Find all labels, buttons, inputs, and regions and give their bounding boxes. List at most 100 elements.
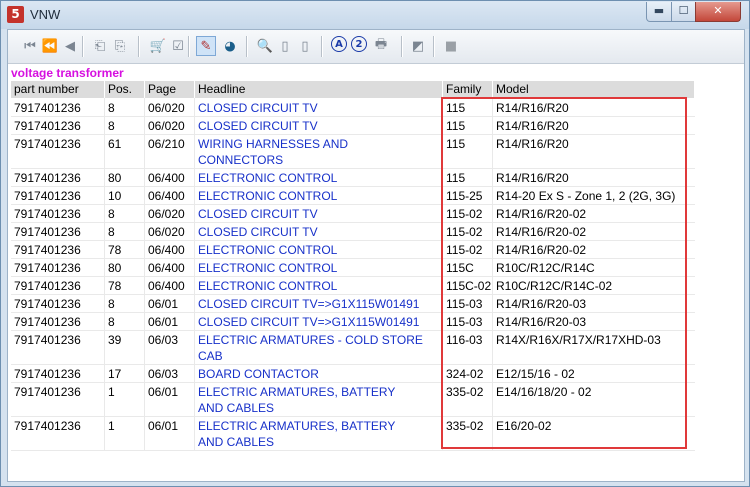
headline-link[interactable]: ELECTRONIC CONTROL — [195, 278, 443, 294]
page-copy-icon[interactable]: ▯ — [295, 36, 315, 56]
part-number-cell: 7917401236 — [14, 297, 81, 311]
minimize-button[interactable]: ▬ — [646, 2, 672, 22]
rewind-icon[interactable]: ⏪ — [40, 36, 60, 56]
position-cell: 80 — [108, 171, 122, 185]
column-header-family[interactable]: Family — [443, 81, 493, 98]
position-cell: 39 — [108, 333, 122, 347]
headline-line[interactable]: ELECTRONIC CONTROL — [198, 242, 443, 258]
column-divider — [144, 98, 145, 451]
page-cell: 06/01 — [148, 315, 179, 329]
page-cell: 06/020 — [148, 207, 185, 221]
stop-icon[interactable]: ■ — [441, 36, 461, 56]
toolbar-separator — [188, 36, 190, 57]
part-number-cell: 7917401236 — [14, 225, 81, 239]
main-window: 5 VNW ▬ ☐ ✕ ⏮ ⏪ ◀ ⎗ ⎘ 🛒 ☑ ✎ ◕ 🔍 ▯ ▯ A 2 🖶 ◩ ■ voltage tr… — [0, 0, 750, 487]
page-cell: 06/01 — [148, 419, 179, 433]
page-cell: 06/01 — [148, 385, 179, 399]
part-number-cell: 7917401236 — [14, 419, 81, 433]
previous-icon[interactable]: ◀ — [60, 36, 80, 56]
toolbar: ⏮ ⏪ ◀ ⎗ ⎘ 🛒 ☑ ✎ ◕ 🔍 ▯ ▯ A 2 🖶 ◩ ■ — [8, 30, 744, 64]
headline-line[interactable]: ELECTRONIC CONTROL — [198, 260, 443, 276]
headline-link[interactable]: ELECTRIC ARMATURES, BATTERY AND CABLES — [195, 418, 443, 450]
headline-line[interactable]: CLOSED CIRCUIT TV=>G1X115W01491 — [198, 314, 443, 330]
headline-line[interactable]: CLOSED CIRCUIT TV=>G1X115W01491 — [198, 296, 443, 312]
headline-line[interactable]: CLOSED CIRCUIT TV — [198, 100, 443, 116]
headline-line[interactable]: ELECTRIC ARMATURES, BATTERY — [198, 418, 443, 434]
cart-icon[interactable]: 🛒 — [148, 36, 168, 56]
checklist-icon[interactable]: ☑ — [168, 36, 188, 56]
part-number-cell: 7917401236 — [14, 137, 81, 151]
position-cell: 17 — [108, 367, 122, 381]
position-cell: 8 — [108, 225, 115, 239]
row-divider — [11, 450, 695, 451]
headline-line[interactable]: ELECTRONIC CONTROL — [198, 278, 443, 294]
page-cell: 06/400 — [148, 189, 185, 203]
headline-line[interactable]: ELECTRONIC CONTROL — [198, 170, 443, 186]
headline-line[interactable]: ELECTRONIC CONTROL — [198, 188, 443, 204]
zoom-icon[interactable]: 🔍 — [255, 36, 275, 56]
eraser-icon[interactable]: ◩ — [408, 36, 428, 56]
column-header-part-number[interactable]: part number — [11, 81, 105, 98]
part-number-cell: 7917401236 — [14, 207, 81, 221]
print-icon[interactable]: 🖶 — [371, 36, 391, 56]
headline-line[interactable]: CLOSED CIRCUIT TV — [198, 206, 443, 222]
headline-line[interactable]: BOARD CONTACTOR — [198, 366, 443, 382]
column-header-headline[interactable]: Headline — [195, 81, 443, 98]
maximize-button[interactable]: ☐ — [671, 2, 696, 22]
previous-document-icon[interactable]: ⎗ — [90, 36, 110, 56]
position-cell: 61 — [108, 137, 122, 151]
position-cell: 8 — [108, 101, 115, 115]
headline-link[interactable]: ELECTRONIC CONTROL — [195, 260, 443, 276]
headline-line[interactable]: AND CABLES — [198, 434, 443, 450]
headline-line[interactable]: CAB — [198, 348, 443, 364]
headline-link[interactable]: ELECTRIC ARMATURES - COLD STORE CAB — [195, 332, 443, 364]
headline-link[interactable]: CLOSED CIRCUIT TV=>G1X115W01491 — [195, 296, 443, 312]
a-icon[interactable]: A — [331, 36, 347, 52]
page-cell: 06/210 — [148, 137, 185, 151]
column-header-model[interactable]: Model — [493, 81, 695, 98]
headline-line[interactable]: WIRING HARNESSES AND — [198, 136, 443, 152]
page-cell: 06/020 — [148, 119, 185, 133]
part-number-cell: 7917401236 — [14, 243, 81, 257]
headline-link[interactable]: CLOSED CIRCUIT TV — [195, 100, 443, 116]
page-icon[interactable]: ▯ — [275, 36, 295, 56]
part-number-cell: 7917401236 — [14, 101, 81, 115]
headline-link[interactable]: ELECTRIC ARMATURES, BATTERY AND CABLES — [195, 384, 443, 416]
page-cell: 06/03 — [148, 367, 179, 381]
page-cell: 06/400 — [148, 279, 185, 293]
headline-link[interactable]: WIRING HARNESSES AND CONNECTORS — [195, 136, 443, 168]
headline-link[interactable]: ELECTRONIC CONTROL — [195, 242, 443, 258]
headline-link[interactable]: ELECTRONIC CONTROL — [195, 188, 443, 204]
position-cell: 8 — [108, 119, 115, 133]
headline-link[interactable]: CLOSED CIRCUIT TV=>G1X115W01491 — [195, 314, 443, 330]
headline-link[interactable]: CLOSED CIRCUIT TV — [195, 224, 443, 240]
position-cell: 10 — [108, 189, 122, 203]
headline-line[interactable]: ELECTRIC ARMATURES - COLD STORE — [198, 332, 443, 348]
toolbar-separator — [138, 36, 140, 57]
next-document-icon[interactable]: ⎘ — [110, 36, 130, 56]
b-icon[interactable]: 2 — [351, 36, 367, 52]
headline-link[interactable]: CLOSED CIRCUIT TV — [195, 118, 443, 134]
column-header-pos[interactable]: Pos. — [105, 81, 145, 98]
column-header-page[interactable]: Page — [145, 81, 195, 98]
headline-link[interactable]: CLOSED CIRCUIT TV — [195, 206, 443, 222]
headline-line[interactable]: CONNECTORS — [198, 152, 443, 168]
headline-link[interactable]: ELECTRONIC CONTROL — [195, 170, 443, 186]
headline-line[interactable]: CLOSED CIRCUIT TV — [198, 118, 443, 134]
headline-line[interactable]: AND CABLES — [198, 400, 443, 416]
headline-link[interactable]: BOARD CONTACTOR — [195, 366, 443, 382]
first-page-icon[interactable]: ⏮ — [20, 36, 40, 56]
headline-line[interactable]: ELECTRIC ARMATURES, BATTERY — [198, 384, 443, 400]
position-cell: 78 — [108, 243, 122, 257]
position-cell: 8 — [108, 207, 115, 221]
pencil-icon[interactable]: ✎ — [196, 36, 216, 56]
globe-icon[interactable]: ◕ — [220, 36, 240, 56]
column-divider — [194, 98, 195, 451]
page-cell: 06/020 — [148, 225, 185, 239]
column-divider — [104, 98, 105, 451]
title-bar[interactable]: 5 VNW ▬ ☐ ✕ — [1, 1, 749, 29]
toolbar-separator — [321, 36, 323, 57]
close-button[interactable]: ✕ — [695, 2, 741, 22]
headline-line[interactable]: CLOSED CIRCUIT TV — [198, 224, 443, 240]
page-cell: 06/400 — [148, 261, 185, 275]
